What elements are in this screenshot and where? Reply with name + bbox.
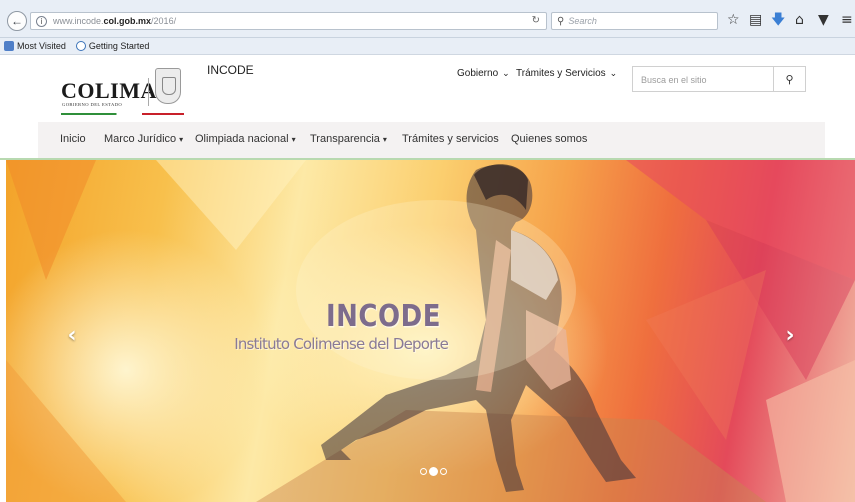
reload-icon[interactable]: ↻ — [532, 15, 540, 26]
search-button[interactable]: ⚲ — [773, 67, 805, 91]
site-search-placeholder: Busca en el sitio — [641, 75, 707, 85]
download-icon[interactable]: 🡇 — [771, 13, 785, 27]
browser-search-input[interactable]: ⚲ Search — [551, 12, 718, 30]
topnav-label: Trámites y Servicios — [516, 68, 606, 79]
bookmarks-toolbar: Most Visited Getting Started — [0, 38, 855, 55]
search-icon: ⚲ — [785, 72, 794, 86]
chevron-right-icon: › — [785, 322, 795, 348]
chevron-down-icon: ⌄ — [609, 68, 618, 79]
chevron-down-icon: ⌄ — [502, 68, 510, 79]
logo-subtitle: GOBIERNO DEL ESTADO — [62, 102, 123, 107]
url-text[interactable]: www.incode.col.gob.mx/2016/ — [53, 16, 176, 26]
firefox-icon — [75, 41, 86, 51]
nav-label: Trámites y servicios — [402, 133, 499, 145]
carousel-next-button[interactable]: › — [778, 322, 802, 348]
caret-down-icon: ▾ — [179, 135, 184, 144]
topnav-gobierno[interactable]: Gobierno ⌄ — [457, 68, 510, 79]
address-bar[interactable]: i www.incode.col.gob.mx/2016/ ↻ — [30, 12, 547, 30]
logo-flag-stripe — [61, 113, 184, 115]
chevron-left-icon: ‹ — [67, 322, 77, 348]
topnav-label: Gobierno — [457, 68, 499, 79]
nav-item-marco-juridico[interactable]: Marco Jurídico ▾ — [104, 133, 183, 145]
carousel-dot-2[interactable] — [429, 467, 438, 476]
carousel-dot-3[interactable] — [440, 468, 447, 475]
hero-subtitle: Instituto Colimense del Deporte — [234, 335, 449, 353]
bookmark-label: Most Visited — [17, 41, 66, 51]
bookmark-label: Getting Started — [88, 41, 150, 51]
nav-item-tramites[interactable]: Trámites y servicios — [402, 133, 499, 145]
back-arrow-icon[interactable]: ← — [7, 11, 27, 31]
site-search-input[interactable]: Busca en el sitio ⚲ — [632, 66, 806, 92]
nav-label: Transparencia — [310, 133, 380, 145]
menu-icon[interactable]: ≡ — [841, 13, 853, 27]
nav-item-transparencia[interactable]: Transparencia ▾ — [310, 133, 387, 145]
logo-divider — [148, 78, 149, 106]
carousel-indicators — [420, 467, 447, 476]
info-icon[interactable]: i — [36, 15, 47, 27]
logo-name: COLIMA — [61, 78, 157, 103]
main-nav: Inicio Marco Jurídico ▾ Olimpiada naciona… — [38, 122, 825, 159]
folder-icon — [4, 41, 14, 51]
nav-label: Quienes somos — [511, 133, 588, 145]
pocket-icon[interactable]: ▼ — [818, 13, 829, 27]
nav-item-olimpiada[interactable]: Olimpiada nacional ▾ — [195, 133, 296, 145]
caret-down-icon: ▾ — [291, 135, 296, 144]
browser-search-placeholder: Search — [568, 16, 597, 26]
nav-label: Olimpiada nacional — [195, 133, 289, 145]
topnav-tramites[interactable]: Trámites y Servicios ⌄ — [516, 68, 617, 79]
carousel-dot-1[interactable] — [420, 468, 427, 475]
nav-label: Inicio — [60, 133, 86, 145]
nav-item-inicio[interactable]: Inicio — [60, 133, 86, 145]
nav-label: Marco Jurídico — [104, 133, 177, 145]
site-header: COLIMA GOBIERNO DEL ESTADO INCODE Gobier… — [0, 56, 855, 159]
site-title: INCODE — [207, 63, 254, 77]
coat-of-arms-icon — [155, 68, 181, 104]
reading-list-icon[interactable]: ▤ — [749, 13, 762, 27]
browser-toolbar: ← i www.incode.col.gob.mx/2016/ ↻ ⚲ Sear… — [0, 0, 855, 38]
hero-title: INCODE — [326, 299, 441, 335]
star-icon[interactable]: ☆ — [727, 13, 740, 27]
bookmark-getting-started[interactable]: Getting Started — [75, 41, 150, 51]
carousel-prev-button[interactable]: ‹ — [60, 322, 84, 348]
home-icon[interactable]: ⌂ — [795, 13, 804, 27]
bookmark-most-visited[interactable]: Most Visited — [4, 41, 66, 51]
search-icon: ⚲ — [557, 15, 565, 27]
colima-logo[interactable]: COLIMA GOBIERNO DEL ESTADO — [61, 66, 186, 116]
caret-down-icon: ▾ — [382, 135, 387, 144]
nav-item-quienes-somos[interactable]: Quienes somos — [511, 133, 587, 145]
hero-carousel: INCODE Instituto Colimense del Deporte ‹… — [6, 160, 855, 502]
